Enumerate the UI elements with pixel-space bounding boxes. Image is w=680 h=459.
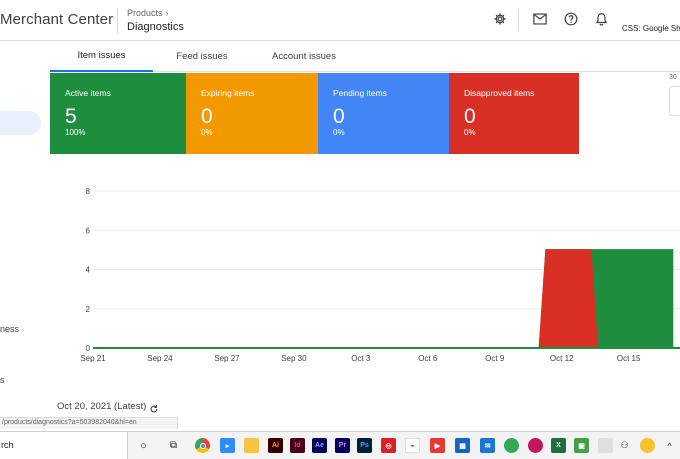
- mail-icon[interactable]: [532, 11, 548, 27]
- top-header: Merchant Center Products › Diagnostics CS…: [0, 0, 680, 41]
- y-tick-label: 8: [86, 187, 91, 196]
- taskbar-search[interactable]: rch: [0, 432, 128, 459]
- card-active-items[interactable]: Active items 5 100%: [50, 73, 186, 154]
- card-value: 0: [464, 105, 476, 128]
- tab-account-issues[interactable]: Account issues: [251, 41, 357, 72]
- cortana-icon[interactable]: ○: [136, 438, 151, 453]
- x-tick-label: Oct 9: [485, 354, 505, 363]
- nav-item-label[interactable]: ness: [0, 324, 19, 334]
- screen-recorder-icon[interactable]: ▶: [430, 438, 445, 453]
- calculator-icon[interactable]: ▦: [455, 438, 470, 453]
- app-icon[interactable]: [598, 438, 613, 453]
- card-label: Expiring items: [201, 88, 255, 98]
- settings-icon[interactable]: [492, 11, 508, 27]
- photoshop-icon[interactable]: Ps: [357, 438, 372, 453]
- tab-item-issues[interactable]: Item issues: [50, 41, 153, 72]
- mail-icon[interactable]: ✉: [480, 438, 495, 453]
- y-tick-label: 4: [86, 266, 91, 275]
- app-title[interactable]: Merchant Center: [0, 11, 113, 28]
- notifications-icon[interactable]: [593, 11, 609, 27]
- chevron-right-icon: ›: [165, 8, 169, 18]
- snapshot-date: Oct 20, 2021 (Latest): [57, 401, 147, 412]
- y-tick-label: 0: [86, 344, 91, 353]
- app-icon[interactable]: ▣: [574, 438, 589, 453]
- y-tick-label: 6: [86, 226, 91, 235]
- header-divider: [117, 8, 118, 34]
- card-percent: 100%: [65, 128, 86, 137]
- series-area: [93, 249, 598, 348]
- series-line: [93, 249, 599, 349]
- page-title: Diagnostics: [127, 21, 184, 33]
- card-label: Pending items: [333, 88, 387, 98]
- card-percent: 0%: [464, 128, 476, 137]
- breadcrumb[interactable]: Products ›: [127, 8, 169, 18]
- nav-item-selected[interactable]: [0, 111, 41, 135]
- x-tick-label: Oct 6: [418, 354, 438, 363]
- tab-bar: Item issues Feed issues Account issues: [50, 41, 680, 72]
- acrobat-icon[interactable]: ⌁: [405, 438, 420, 453]
- zoom-icon[interactable]: ▸: [220, 438, 235, 453]
- excel-icon[interactable]: X: [551, 438, 566, 453]
- x-tick-label: Oct 15: [617, 354, 641, 363]
- card-value: 0: [333, 105, 345, 128]
- card-expiring-items[interactable]: Expiring items 0 0%: [186, 73, 318, 154]
- after-effects-icon[interactable]: Ae: [312, 438, 327, 453]
- chrome-profile-2-icon[interactable]: [528, 438, 543, 453]
- x-tick-label: Oct 3: [351, 354, 371, 363]
- card-percent: 0%: [201, 128, 213, 137]
- x-tick-label: Sep 30: [281, 354, 307, 363]
- help-icon[interactable]: [563, 11, 579, 27]
- illustrator-icon[interactable]: Ai: [268, 438, 283, 453]
- card-label: Disapproved items: [464, 88, 535, 98]
- x-tick-label: Sep 24: [147, 354, 173, 363]
- card-disapproved-items[interactable]: Disapproved items 0 0%: [449, 73, 579, 154]
- issues-chart: 0 2 4 6 8 Sep 21 Sep 24 Sep 27 Sep 30 Oct 3 Oct 6 O…: [80, 187, 680, 363]
- header-icon-divider: [518, 9, 519, 31]
- creative-cloud-icon[interactable]: ◎: [381, 438, 396, 453]
- left-nav: ness s: [0, 41, 50, 417]
- tray-people-icon[interactable]: ⚇: [617, 438, 632, 453]
- premiere-icon[interactable]: Pr: [335, 438, 350, 453]
- chrome-profile-icon[interactable]: [504, 438, 519, 453]
- card-value: 0: [201, 105, 213, 128]
- task-view-icon[interactable]: ⧉: [166, 438, 181, 453]
- range-label: 30: [669, 74, 677, 81]
- breadcrumb-products[interactable]: Products: [127, 8, 163, 18]
- card-value: 5: [65, 105, 77, 128]
- range-selector[interactable]: [669, 86, 680, 116]
- indesign-icon[interactable]: Id: [290, 438, 305, 453]
- x-tick-label: Sep 27: [214, 354, 240, 363]
- card-pending-items[interactable]: Pending items 0 0%: [318, 73, 449, 154]
- tray-icon[interactable]: [640, 438, 655, 453]
- y-tick-label: 2: [86, 305, 91, 314]
- status-url: /products/diagnostics?a=503982040&hl=en: [0, 417, 178, 429]
- card-label: Active items: [65, 88, 111, 98]
- account-name[interactable]: CSS: Google Shop: [622, 24, 680, 33]
- files-icon[interactable]: [244, 438, 259, 453]
- card-percent: 0%: [333, 128, 345, 137]
- nav-item-label[interactable]: s: [0, 375, 5, 385]
- windows-taskbar: rch ○ ⧉ ▸ Ai Id Ae Pr Ps ◎ ⌁ ▶ ▦ ✉ X ▣ ⚇…: [0, 431, 680, 459]
- chrome-icon[interactable]: [195, 438, 210, 453]
- x-tick-label: Oct 12: [550, 354, 574, 363]
- tray-chevron-icon[interactable]: ^: [662, 438, 677, 453]
- x-tick-label: Sep 21: [80, 354, 106, 363]
- tab-feed-issues[interactable]: Feed issues: [153, 41, 251, 72]
